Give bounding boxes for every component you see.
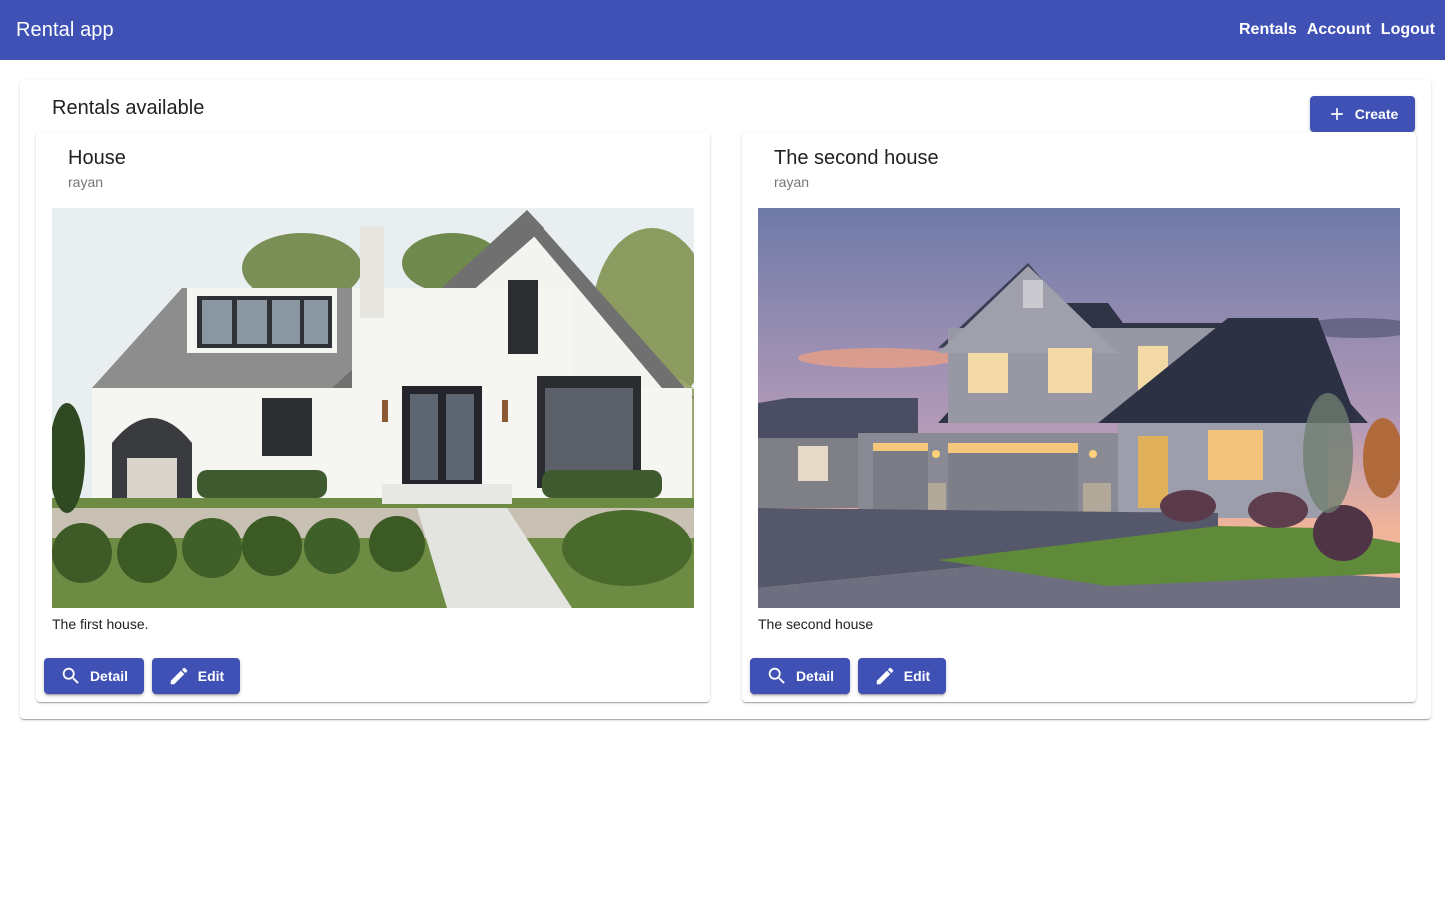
rental-description: The second house [758, 616, 874, 632]
detail-button-label: Detail [795, 668, 835, 684]
rental-owner: rayan [774, 174, 810, 190]
pencil-icon [876, 667, 894, 685]
add-icon [1330, 108, 1343, 120]
pencil-icon [170, 667, 188, 685]
edit-button[interactable]: Edit [152, 658, 240, 694]
rentals-panel: Rentals available Create House rayan The… [20, 80, 1431, 719]
app-toolbar: Rental app Rentals Account Logout [0, 0, 1445, 60]
nav-link-logout[interactable]: Logout [1381, 21, 1435, 39]
nav-link-account[interactable]: Account [1307, 21, 1371, 39]
rental-title: House [68, 147, 126, 169]
rental-card: House rayan The first house. Detail Edit [36, 132, 710, 702]
page-title: Rentals available [52, 97, 205, 119]
search-icon [62, 667, 79, 684]
create-button-label: Create [1354, 106, 1399, 122]
edit-button[interactable]: Edit [858, 658, 946, 694]
rental-description: The first house. [52, 616, 149, 632]
card-actions: Detail Edit [750, 658, 946, 694]
rental-owner: rayan [68, 174, 104, 190]
search-icon [768, 667, 785, 684]
card-actions: Detail Edit [44, 658, 240, 694]
edit-button-label: Edit [903, 668, 931, 684]
rental-card: The second house rayan The second house … [742, 132, 1416, 702]
detail-button[interactable]: Detail [44, 658, 144, 694]
rental-image [52, 208, 694, 608]
gray-house-dusk-image [758, 208, 1400, 608]
detail-button[interactable]: Detail [750, 658, 850, 694]
edit-button-label: Edit [197, 668, 225, 684]
detail-button-label: Detail [89, 668, 129, 684]
nav-link-rentals[interactable]: Rentals [1239, 21, 1297, 39]
rental-image [758, 208, 1400, 608]
top-nav: Rentals Account Logout [1239, 21, 1435, 39]
create-button[interactable]: Create [1310, 96, 1415, 132]
white-cottage-house-image [52, 208, 694, 608]
rental-title: The second house [774, 147, 939, 169]
app-title: Rental app [16, 18, 114, 41]
